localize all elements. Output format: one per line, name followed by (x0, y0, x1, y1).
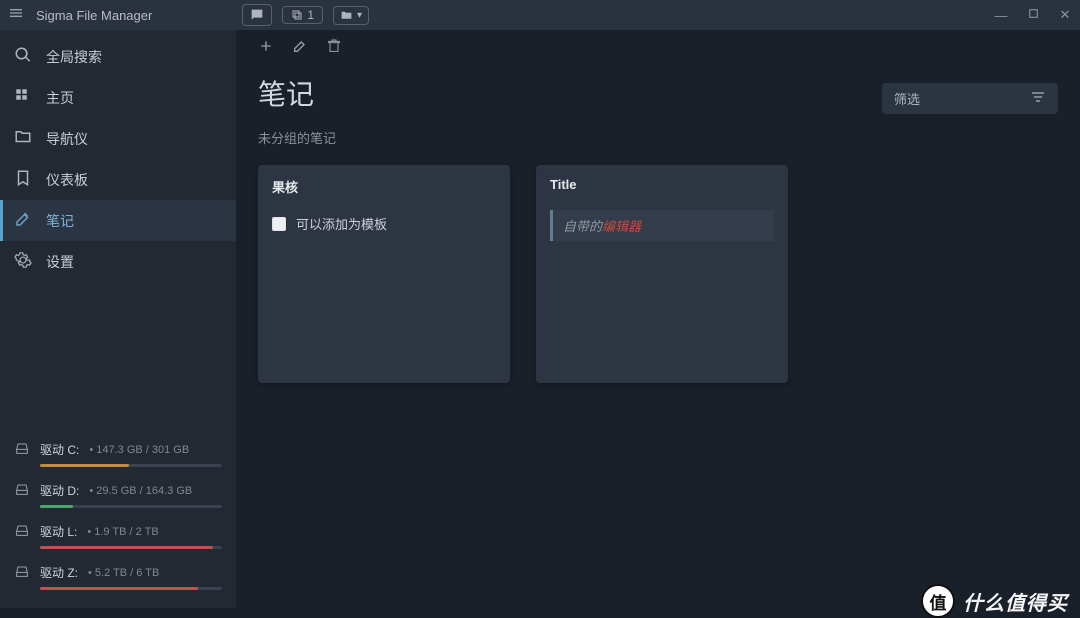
note-card-title: Title (536, 165, 788, 202)
gear-icon (14, 251, 32, 272)
sidebar-item-label: 全局搜索 (46, 47, 102, 67)
drives-panel: 驱动 C: • 147.3 GB / 301 GB 驱动 D: • 29.5 G… (0, 430, 236, 608)
note-checklist-label: 可以添加为模板 (296, 214, 387, 233)
hamburger-menu-icon[interactable] (8, 5, 24, 26)
drive-icon (14, 522, 30, 541)
main-content: 笔记 筛选 未分组的笔记 果核 可以添加为模板 Title (236, 30, 1080, 608)
drive-icon (14, 440, 30, 459)
note-card[interactable]: 果核 可以添加为模板 (258, 165, 510, 383)
note-quote-text: 自带的 (563, 219, 602, 234)
drive-stats: • 5.2 TB / 6 TB (88, 567, 159, 579)
sidebar-item-label: 笔记 (46, 211, 74, 231)
sidebar-item-navigator[interactable]: 导航仪 (0, 118, 236, 159)
window-maximize-button[interactable] (1026, 7, 1040, 23)
drive-label: 驱动 Z: (40, 564, 78, 581)
note-checklist-item[interactable]: 可以添加为模板 (272, 214, 496, 233)
sidebar-item-label: 主页 (46, 88, 74, 108)
sidebar-item-label: 设置 (46, 252, 74, 272)
drive-stats: • 147.3 GB / 301 GB (89, 444, 189, 456)
sidebar-item-settings[interactable]: 设置 (0, 241, 236, 282)
note-card[interactable]: Title 自带的编辑器 (536, 165, 788, 383)
sidebar-item-dashboard[interactable]: 仪表板 (0, 159, 236, 200)
sidebar-item-label: 导航仪 (46, 129, 88, 149)
app-title: Sigma File Manager (36, 8, 152, 23)
note-quote-highlight: 编辑器 (602, 219, 641, 234)
drive-item[interactable]: 驱动 D: • 29.5 GB / 164.3 GB (8, 475, 228, 508)
titlebar: Sigma File Manager 1 ▾ — ✕ (0, 0, 1080, 30)
drive-item[interactable]: 驱动 L: • 1.9 TB / 2 TB (8, 516, 228, 549)
watermark: 值 什么值得买 (921, 584, 1068, 618)
bookmark-icon (14, 169, 32, 190)
sidebar-item-global-search[interactable]: 全局搜索 (0, 36, 236, 77)
filter-label: 筛选 (894, 89, 920, 108)
note-edit-icon (14, 210, 32, 231)
drive-label: 驱动 D: (40, 482, 79, 499)
sidebar-item-label: 仪表板 (46, 170, 88, 190)
drive-usage-bar (40, 505, 222, 508)
home-grid-icon (14, 87, 32, 108)
window-minimize-button[interactable]: — (994, 8, 1008, 23)
checkbox-icon[interactable] (272, 217, 286, 231)
sidebar-item-home[interactable]: 主页 (0, 77, 236, 118)
drive-item[interactable]: 驱动 Z: • 5.2 TB / 6 TB (8, 557, 228, 590)
drive-stats: • 1.9 TB / 2 TB (87, 526, 158, 538)
watermark-text: 什么值得买 (963, 587, 1068, 616)
filter-input[interactable]: 筛选 (882, 83, 1058, 114)
drive-label: 驱动 C: (40, 441, 79, 458)
sidebar: 全局搜索 主页 导航仪 仪表板 笔记 (0, 30, 236, 608)
tab-count: 1 (307, 8, 314, 22)
page-title: 笔记 (258, 73, 314, 113)
drive-label: 驱动 L: (40, 523, 77, 540)
delete-button[interactable] (326, 38, 342, 59)
drive-usage-bar (40, 587, 222, 590)
tab-count-pill[interactable]: 1 (282, 6, 323, 24)
note-card-title: 果核 (258, 165, 510, 206)
window-close-button[interactable]: ✕ (1058, 7, 1072, 23)
filter-icon (1030, 89, 1046, 108)
sidebar-item-notes[interactable]: 笔记 (0, 200, 236, 241)
section-subheading: 未分组的笔记 (258, 128, 1058, 147)
chat-icon[interactable] (242, 4, 272, 26)
drive-usage-bar (40, 464, 222, 467)
folder-dropdown-pill[interactable]: ▾ (333, 6, 369, 25)
search-icon (14, 46, 32, 67)
drive-icon (14, 481, 30, 500)
drive-stats: • 29.5 GB / 164.3 GB (89, 485, 192, 497)
note-quote-block: 自带的编辑器 (550, 210, 774, 241)
toolbar (258, 38, 1058, 59)
chevron-down-icon: ▾ (357, 10, 362, 21)
folder-icon (14, 128, 32, 149)
edit-button[interactable] (292, 38, 308, 59)
watermark-badge: 值 (921, 584, 955, 618)
add-button[interactable] (258, 38, 274, 59)
drive-item[interactable]: 驱动 C: • 147.3 GB / 301 GB (8, 434, 228, 467)
drive-icon (14, 563, 30, 582)
drive-usage-bar (40, 546, 222, 549)
